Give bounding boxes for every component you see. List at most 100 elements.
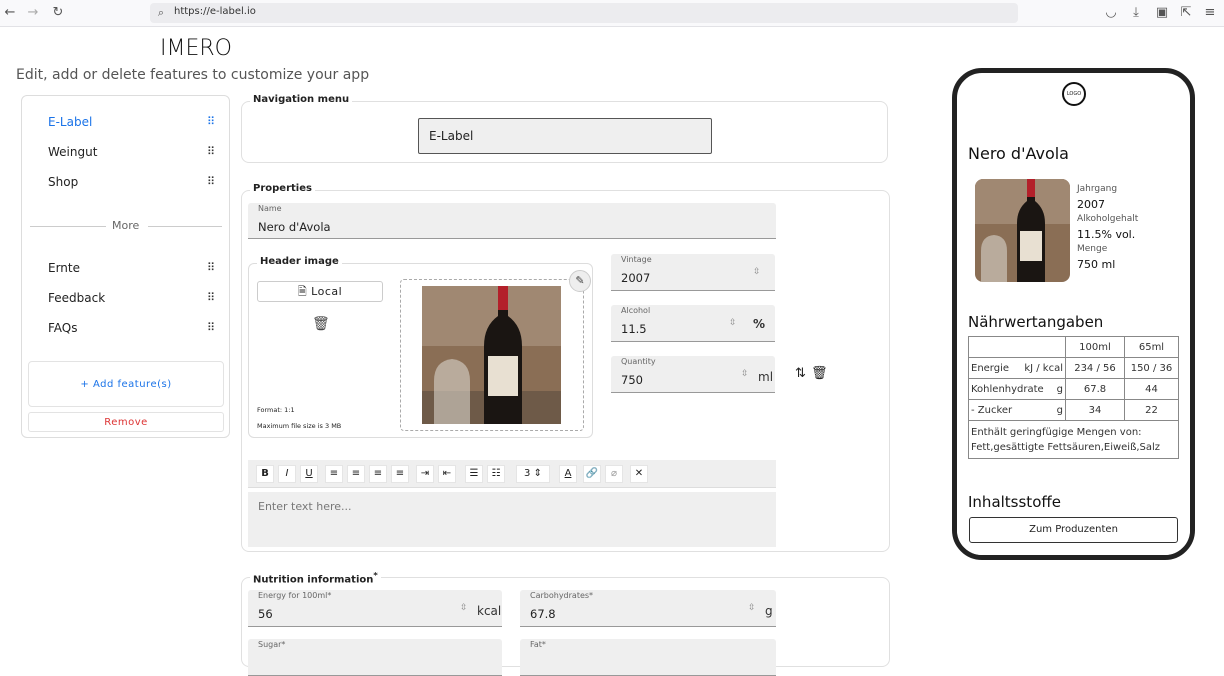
rich-text-toolbar: B I U ≡ ≡ ≡ ≡ ⇥ ⇤ ☰ ☷ 3 ⇕ A 🔗 ⌀ ✕ — [248, 460, 776, 488]
numbered-list-button[interactable]: ☷ — [487, 465, 505, 483]
field-label: Carbohydrates* — [530, 591, 594, 600]
table-header: 100ml — [1065, 336, 1125, 358]
share-icon[interactable]: ⇱ — [1178, 5, 1194, 21]
table-cell: Energie kJ / kcal — [968, 357, 1066, 379]
preview-bottle-image — [975, 179, 1070, 282]
browser-toolbar: ← → ↻ ⌕ https://e-label.io ◡ ⤓ ▣ ⇱ ≡ — [0, 0, 1224, 27]
sidebar-item-weingut[interactable]: Weingut — [48, 145, 97, 159]
quantity-unit: ml — [758, 370, 774, 384]
field-label: Name — [258, 204, 282, 213]
carbohydrates-field[interactable]: Carbohydrates* 67.8 ⇳ g — [520, 590, 776, 627]
page-subtitle: Edit, add or delete features to customiz… — [16, 67, 370, 83]
sidebar-item-ernte[interactable]: Ernte — [48, 261, 80, 275]
rich-text-editor[interactable]: Enter text here... — [248, 492, 776, 547]
swap-icon[interactable]: ⇅ — [795, 366, 806, 381]
sidebar-item-feedback[interactable]: Feedback — [48, 291, 105, 305]
italic-button[interactable]: I — [278, 465, 296, 483]
table-cell — [968, 336, 1066, 358]
back-icon[interactable]: ← — [2, 5, 18, 21]
header-image — [422, 286, 561, 424]
drag-handle-icon[interactable]: ⠿ — [207, 261, 217, 274]
download-icon[interactable]: ⤓ — [1128, 5, 1144, 21]
justify-button[interactable]: ≡ — [391, 465, 409, 483]
align-center-button[interactable]: ≡ — [347, 465, 365, 483]
spinner-icon[interactable]: ⇳ — [741, 369, 749, 379]
forward-icon[interactable]: → — [25, 5, 41, 21]
add-feature-button[interactable]: + Add feature(s) — [28, 361, 224, 407]
properties-section: Properties Name Nero d'Avola Header imag… — [241, 183, 890, 552]
vintage-field[interactable]: Vintage 2007 ⇳ — [611, 254, 775, 291]
unlink-button[interactable]: ⌀ — [605, 465, 623, 483]
preview-vintage-label: Jahrgang — [1077, 184, 1118, 194]
section-legend: Header image — [257, 256, 342, 267]
url-bar[interactable]: ⌕ https://e-label.io — [150, 3, 1018, 23]
header-image-dropzone[interactable]: ✎ — [400, 270, 591, 431]
producer-button[interactable]: Zum Produzenten — [969, 517, 1178, 543]
drag-handle-icon[interactable]: ⠿ — [207, 115, 217, 128]
table-footnote: Enthält geringfügige Mengen von: Fett,ge… — [968, 420, 1179, 459]
drag-handle-icon[interactable]: ⠿ — [207, 321, 217, 334]
field-value: 2007 — [621, 271, 651, 285]
text-color-button[interactable]: A — [559, 465, 577, 483]
local-upload-button[interactable]: 🗎 Local — [257, 281, 383, 302]
field-label: Sugar* — [258, 640, 286, 649]
navigation-menu-input[interactable]: E-Label — [418, 118, 712, 154]
sidebar-item-shop[interactable]: Shop — [48, 175, 78, 189]
drag-handle-icon[interactable]: ⠿ — [207, 175, 217, 188]
energy-field[interactable]: Energy for 100ml* 56 ⇳ kcal — [248, 590, 502, 627]
spinner-icon[interactable]: ⇳ — [729, 318, 737, 328]
underline-button[interactable]: U — [300, 465, 318, 483]
section-legend: Properties — [250, 183, 315, 194]
preview-alcohol-label: Alkoholgehalt — [1077, 214, 1139, 224]
more-label: More — [112, 219, 140, 232]
spinner-icon[interactable]: ⇳ — [460, 603, 468, 613]
indent-button[interactable]: ⇥ — [416, 465, 434, 483]
sugar-field[interactable]: Sugar* — [248, 639, 502, 676]
alcohol-field[interactable]: Alcohol 11.5 ⇳ % — [611, 305, 775, 342]
extensions-icon[interactable]: ▣ — [1154, 5, 1170, 21]
remove-button[interactable]: Remove — [28, 412, 224, 432]
row-name: - Zucker — [971, 404, 1013, 416]
preview-logo: LOGO — [1062, 82, 1086, 106]
divider-line — [30, 226, 106, 227]
link-button[interactable]: 🔗 — [583, 465, 601, 483]
divider-line — [148, 226, 222, 227]
trash-icon[interactable]: 🗑 — [811, 366, 828, 381]
file-icon: 🗎 — [297, 285, 308, 298]
menu-icon[interactable]: ≡ — [1202, 5, 1218, 21]
spinner-icon[interactable]: ⇳ — [748, 603, 756, 613]
field-label: Alcohol — [621, 306, 651, 315]
outdent-button[interactable]: ⇤ — [438, 465, 456, 483]
drag-handle-icon[interactable]: ⠿ — [207, 291, 217, 304]
align-right-button[interactable]: ≡ — [369, 465, 387, 483]
align-left-button[interactable]: ≡ — [325, 465, 343, 483]
row-unit: g — [1056, 404, 1063, 416]
reload-icon[interactable]: ↻ — [50, 5, 66, 21]
quantity-field[interactable]: Quantity 750 ⇳ ml — [611, 356, 775, 393]
section-legend: Navigation menu — [250, 94, 353, 105]
preview-quantity-label: Menge — [1077, 244, 1108, 254]
sidebar-item-e-label[interactable]: E-Label — [48, 115, 92, 129]
field-label: Energy for 100ml* — [258, 591, 332, 600]
carbs-unit: g — [765, 604, 773, 618]
font-size-select[interactable]: 3 ⇕ — [516, 465, 550, 483]
field-label: Fat* — [530, 640, 546, 649]
clear-format-button[interactable]: ✕ — [630, 465, 648, 483]
trash-icon[interactable]: 🗑 — [312, 316, 330, 332]
table-cell: Kohlenhydrate g — [968, 378, 1066, 400]
bold-button[interactable]: B — [256, 465, 274, 483]
field-value: 67.8 — [530, 607, 556, 621]
sidebar-item-faqs[interactable]: FAQs — [48, 321, 78, 335]
fat-field[interactable]: Fat* — [520, 639, 776, 676]
edit-image-icon[interactable]: ✎ — [569, 270, 591, 292]
pocket-icon[interactable]: ◡ — [1103, 5, 1119, 21]
table-cell: 150 / 36 — [1123, 357, 1180, 379]
name-field[interactable]: Name Nero d'Avola — [248, 203, 776, 239]
app-logo: IMERO — [160, 36, 232, 61]
row-unit: kJ / kcal — [1024, 362, 1063, 374]
header-image-box: Header image 🗎 Local 🗑 Format: 1:1 Maxim… — [248, 256, 593, 438]
table-cell: 44 — [1123, 378, 1180, 400]
spinner-icon[interactable]: ⇳ — [753, 267, 761, 277]
drag-handle-icon[interactable]: ⠿ — [207, 145, 217, 158]
bullet-list-button[interactable]: ☰ — [465, 465, 483, 483]
